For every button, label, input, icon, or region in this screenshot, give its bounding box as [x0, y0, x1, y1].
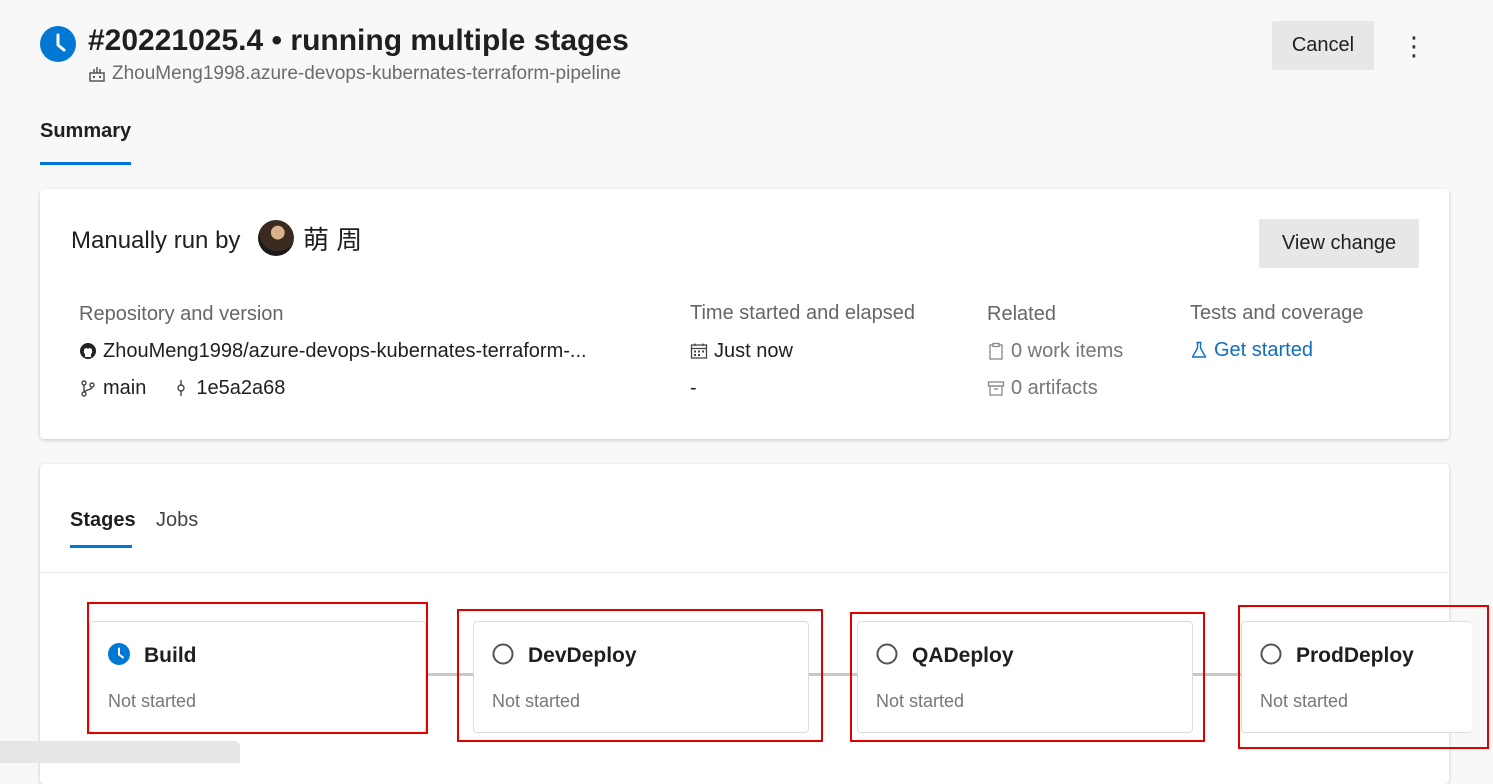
pipeline-repo-line: ZhouMeng1998.azure-devops-kubernates-ter… [88, 62, 621, 86]
run-user-name: 萌 周 [303, 225, 363, 255]
artifact-box-icon [987, 381, 1005, 396]
tab-summary[interactable]: Summary [40, 118, 131, 144]
pipeline-icon [89, 67, 105, 82]
tab-stages-indicator [70, 545, 132, 548]
commit-icon [177, 380, 186, 396]
avatar[interactable] [258, 220, 294, 256]
more-options-icon[interactable]: ⋮ [1400, 26, 1428, 66]
github-icon [80, 343, 96, 359]
work-items-count: 0 work items [1011, 340, 1124, 362]
highlight-box-proddeploy [1238, 605, 1489, 749]
stages-divider [40, 572, 1449, 573]
tab-summary-indicator [40, 162, 131, 165]
related-heading: Related [987, 303, 1056, 325]
manual-run-label: Manually run by [71, 227, 241, 254]
view-change-button[interactable]: View change [1259, 219, 1419, 268]
pipeline-name[interactable]: ZhouMeng1998.azure-devops-kubernates-ter… [112, 62, 621, 86]
repo-row: ZhouMeng1998/azure-devops-kubernates-ter… [79, 338, 587, 364]
tests-heading: Tests and coverage [1190, 302, 1364, 324]
repo-heading: Repository and version [79, 303, 284, 325]
page-title: #20221025.4 • running multiple stages [88, 24, 629, 57]
artifacts-count: 0 artifacts [1011, 377, 1098, 399]
work-items-row[interactable]: 0 work items [987, 338, 1123, 364]
time-started: Just now [714, 340, 793, 362]
tab-jobs[interactable]: Jobs [156, 507, 198, 533]
time-heading: Time started and elapsed [690, 302, 915, 324]
branch-icon [81, 380, 95, 397]
highlight-box-devdeploy [457, 609, 823, 742]
artifacts-row[interactable]: 0 artifacts [987, 375, 1098, 401]
commit-hash[interactable]: 1e5a2a68 [196, 375, 285, 401]
calendar-icon [690, 343, 708, 359]
flask-icon [1191, 341, 1207, 358]
tab-stages[interactable]: Stages [70, 507, 136, 533]
elapsed-time: - [690, 377, 697, 399]
horizontal-scrollbar[interactable] [0, 741, 240, 763]
highlight-box-qadeploy [850, 612, 1205, 742]
cancel-button[interactable]: Cancel [1272, 21, 1374, 70]
branch-row: main 1e5a2a68 [79, 375, 285, 401]
branch-name[interactable]: main [103, 375, 146, 401]
clipboard-icon [989, 342, 1003, 360]
tests-get-started-row[interactable]: Get started [1190, 337, 1313, 363]
run-status-clock-icon [40, 26, 76, 62]
highlight-box-build [87, 602, 428, 734]
time-started-row: Just now [690, 338, 793, 364]
repo-link[interactable]: ZhouMeng1998/azure-devops-kubernates-ter… [103, 338, 587, 364]
get-started-link[interactable]: Get started [1214, 337, 1313, 363]
